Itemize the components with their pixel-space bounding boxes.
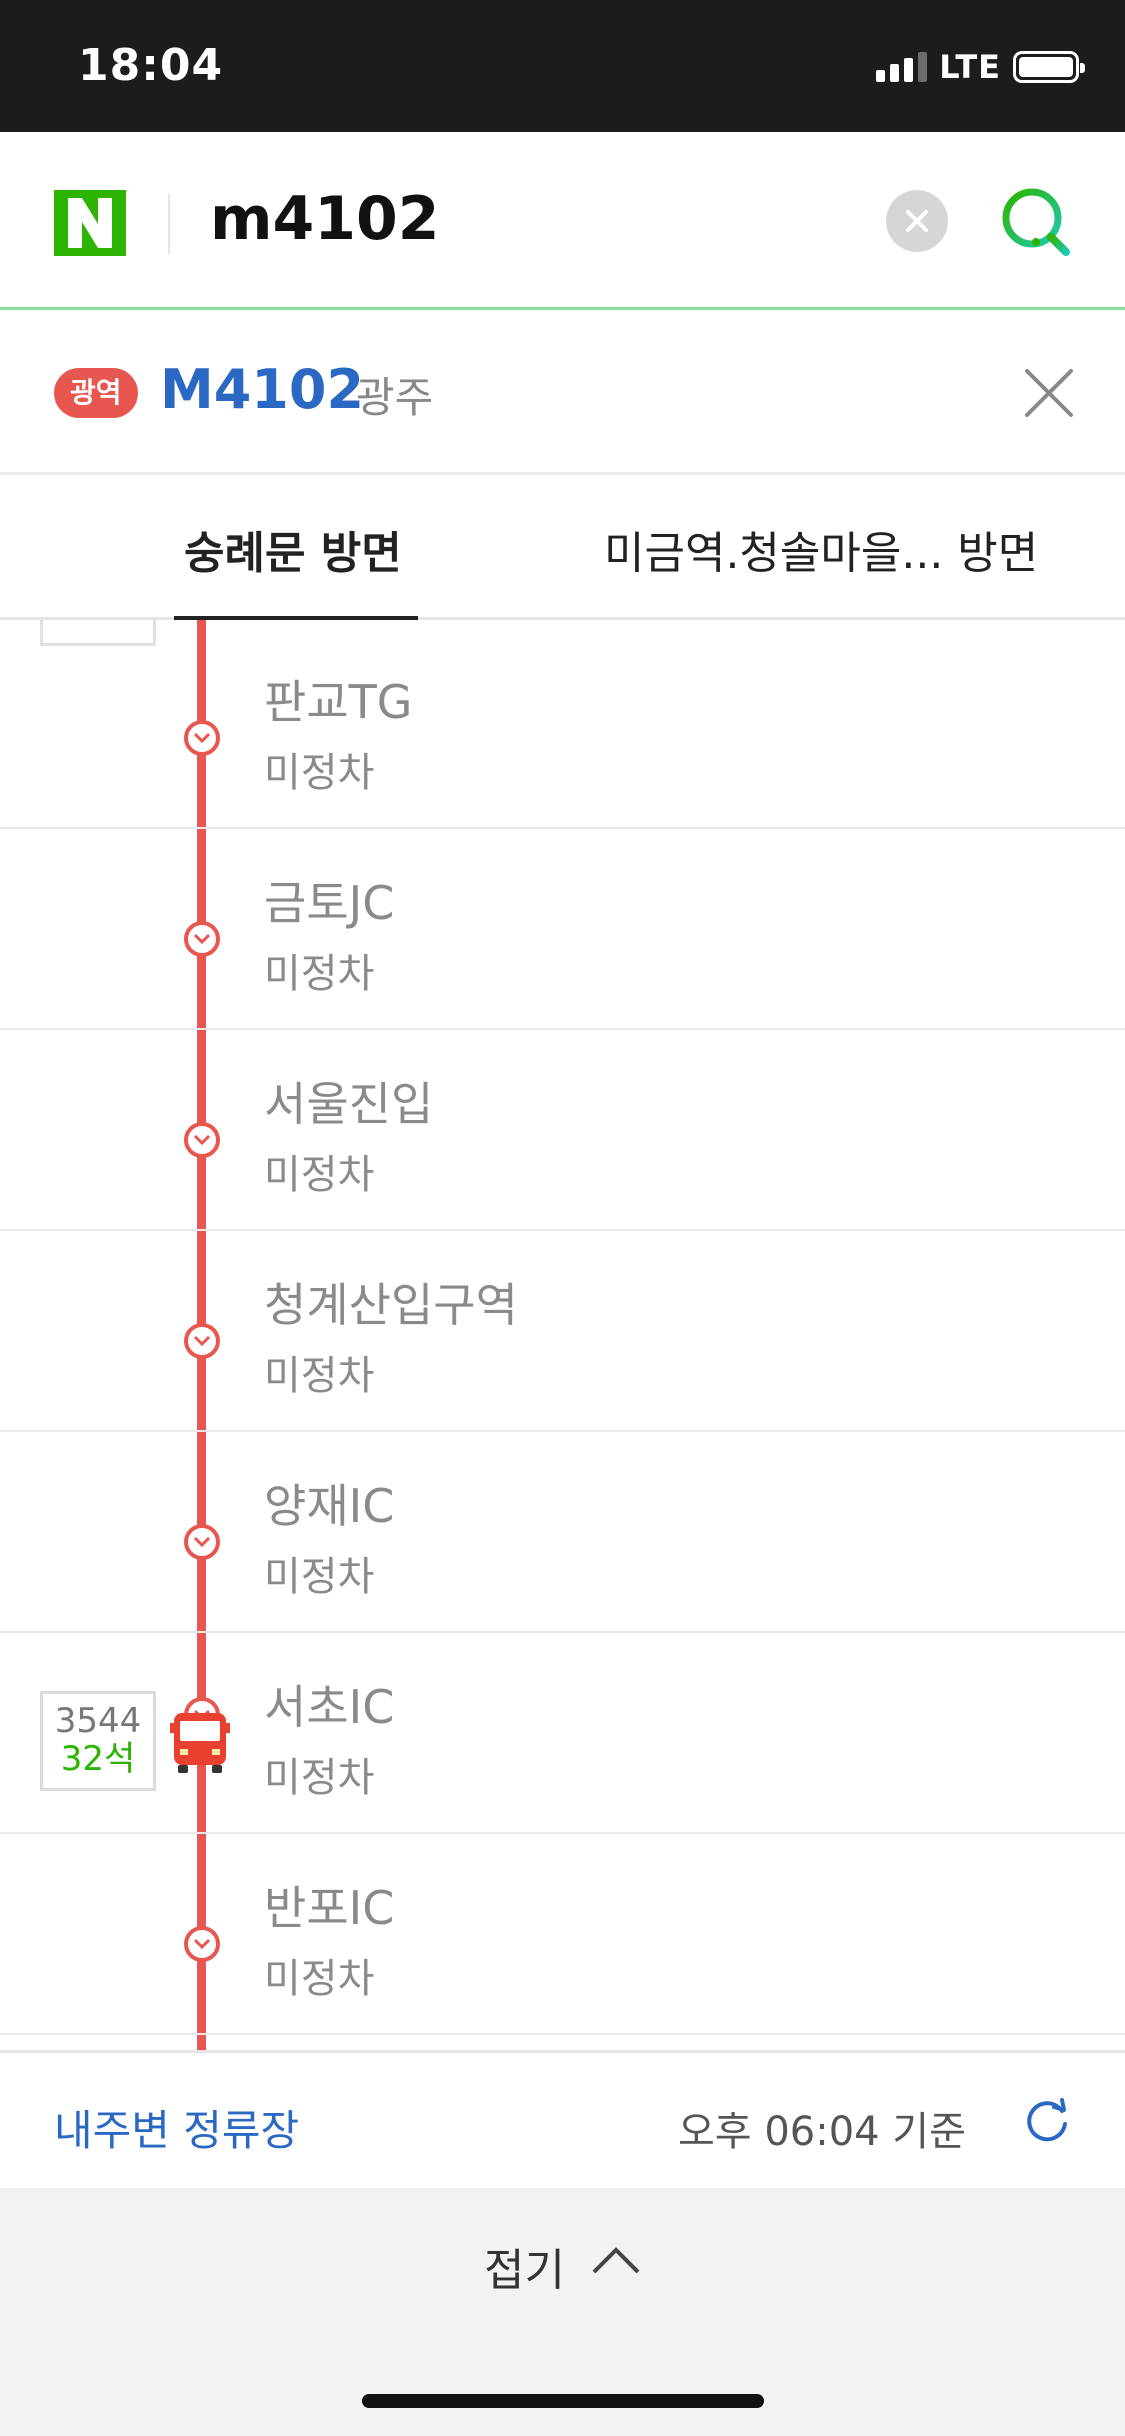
status-time: 18:04 [78,40,224,91]
search-icon [1002,188,1070,256]
stop-row[interactable]: 금토JC 미정차 [0,829,1125,1030]
stop-name: 반포IC [264,1881,395,1935]
stop-name: 서초IC [264,1680,395,1734]
bus-icon [170,1711,230,1775]
stop-status: 미정차 [264,1956,375,2002]
direction-tabs: 숭례문 방면 미금역.청솔마을... 방면 [0,475,1125,620]
bottom-bar: 내주변 정류장 오후 06:04 기준 [0,2050,1125,2188]
status-bar: 18:04 LTE [0,0,1125,132]
stop-name: 판교TG [264,675,413,729]
tab-direction-migeum[interactable]: 미금역.청솔마을... 방면 [604,517,1038,581]
stop-status: 미정차 [264,750,375,796]
bus-id: 3544 [54,1701,142,1741]
stop-row[interactable]: 반포IC 미정차 [0,1834,1125,2035]
search-header: m4102 [0,132,1125,310]
stop-status: 미정차 [264,1353,375,1399]
stop-status: 미정차 [264,1755,375,1801]
battery-icon [1013,51,1085,83]
stop-row[interactable]: 서초IC 미정차 3544 32석 [0,1633,1125,1834]
home-area [0,2334,1125,2436]
stop-status: 미정차 [264,1554,375,1600]
stop-list[interactable]: 판교TG 미정차 금토JC 미정차 서울진입 미정차 청계산입구역 미정차 양재… [0,620,1125,2050]
route-type-badge: 광역 [54,368,138,418]
home-indicator[interactable] [362,2394,764,2408]
chevron-down-icon [184,1524,220,1560]
status-indicators: LTE [876,48,1085,86]
stop-status: 미정차 [264,951,375,997]
signal-strength-icon [876,52,928,82]
network-type: LTE [939,48,1001,86]
close-icon [1025,369,1073,417]
header-divider [168,194,170,254]
stop-name: 서울진입 [264,1077,434,1131]
close-route-button[interactable] [1022,366,1076,420]
updated-time: 오후 06:04 기준 [678,2109,966,2155]
route-title-bar: 광역 M4102 광주 [0,310,1125,475]
stop-row[interactable]: 판교TG 미정차 [0,628,1125,829]
bus-info-box[interactable]: 3544 32석 [40,1691,156,1791]
chevron-down-icon [184,921,220,957]
route-number: M4102 [160,358,365,421]
naver-logo[interactable] [54,190,126,256]
stop-status: 미정차 [264,1152,375,1198]
tab-direction-sungnyemun[interactable]: 숭례문 방면 [184,517,402,581]
collapse-button[interactable]: 접기 [0,2188,1125,2334]
chevron-down-icon [184,1926,220,1962]
chevron-down-icon [184,1122,220,1158]
stop-row[interactable]: 청계산입구역 미정차 [0,1231,1125,1432]
stop-name: 양재IC [264,1479,395,1533]
route-region: 광주 [356,373,434,422]
chevron-up-icon [592,2247,640,2274]
search-button[interactable] [996,182,1076,262]
nearby-stops-link[interactable]: 내주변 정류장 [54,2097,299,2158]
clear-icon [906,210,928,232]
stop-name: 청계산입구역 [264,1278,518,1332]
refresh-button[interactable] [1022,2097,1072,2147]
bus-seats: 32석 [60,1739,136,1779]
stop-row[interactable]: 양재IC 미정차 [0,1432,1125,1633]
chevron-down-icon [184,720,220,756]
collapse-label: 접기 [484,2245,565,2296]
search-input[interactable]: m4102 [210,184,440,254]
stop-name: 금토JC [264,876,395,930]
clear-search-button[interactable] [886,190,948,252]
refresh-icon [1027,2098,1067,2142]
stop-row[interactable]: 서울진입 미정차 [0,1030,1125,1231]
chevron-down-icon [184,1323,220,1359]
